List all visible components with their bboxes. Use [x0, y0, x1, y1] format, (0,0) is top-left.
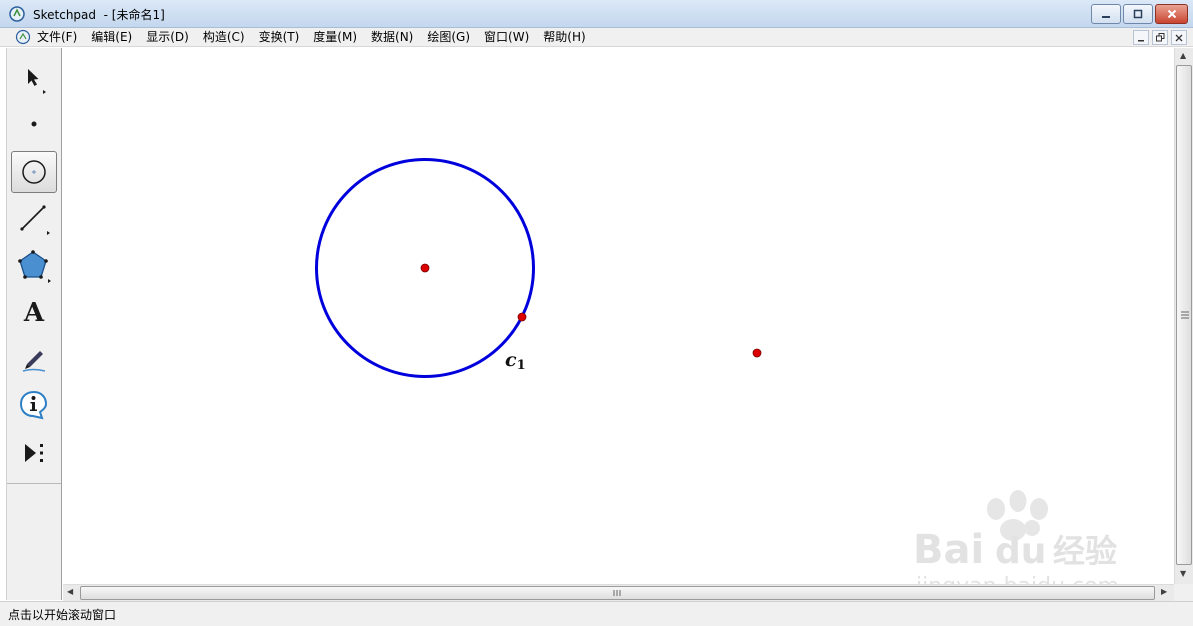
vertical-scroll-thumb[interactable] — [1176, 65, 1192, 565]
sketch-drawing: Bai du 经验 jingyan.baidu.com c1 — [315, 158, 1119, 599]
menu-graph[interactable]: 绘图(G) — [427, 29, 470, 45]
minimize-icon — [1138, 39, 1144, 41]
menu-help[interactable]: 帮助(H) — [543, 29, 585, 45]
vertical-scrollbar[interactable]: ▲ ▼ — [1174, 48, 1193, 584]
close-button[interactable] — [1155, 4, 1188, 24]
restore-icon — [1133, 9, 1143, 19]
title-bar: Sketchpad - [未命名1] — [0, 0, 1193, 28]
point-tool[interactable] — [11, 103, 57, 145]
info-icon — [19, 390, 48, 420]
circle-label[interactable]: c1 — [505, 349, 526, 373]
custom-tool[interactable] — [11, 432, 57, 474]
polygon-tool[interactable] — [11, 245, 57, 287]
menu-window[interactable]: 窗口(W) — [484, 29, 529, 45]
circle-radius-point[interactable] — [517, 312, 527, 322]
arrow-cursor-icon — [28, 69, 46, 94]
point-icon — [31, 121, 37, 127]
line-segment-icon — [20, 205, 50, 235]
document-window-controls — [1130, 30, 1187, 45]
circle-center-point[interactable] — [420, 263, 430, 273]
horizontal-scroll-thumb[interactable] — [80, 586, 1155, 600]
scroll-up-arrow-icon[interactable]: ▲ — [1180, 51, 1186, 60]
marker-pen-icon — [22, 351, 46, 372]
menu-measure[interactable]: 度量(M) — [313, 29, 357, 45]
watermark-cn: 经验 — [1053, 532, 1117, 570]
menu-file[interactable]: 文件(F) — [37, 29, 77, 45]
doc-restore-button[interactable] — [1152, 30, 1168, 45]
circle-label-base: c — [505, 349, 517, 371]
baidu-watermark: Bai du 经验 jingyan.baidu.com — [913, 490, 1119, 599]
restore-button[interactable] — [1123, 4, 1153, 24]
pentagon-icon — [18, 250, 51, 283]
window-controls — [1089, 4, 1188, 24]
doc-minimize-button[interactable] — [1133, 30, 1149, 45]
scroll-right-arrow-icon[interactable]: ▶ — [1161, 587, 1167, 596]
information-tool[interactable] — [11, 384, 57, 426]
text-tool[interactable]: A — [11, 292, 57, 334]
scroll-down-arrow-icon[interactable]: ▼ — [1180, 569, 1186, 578]
horizontal-scrollbar[interactable]: ◀ ▶ — [63, 584, 1174, 601]
menu-items: 文件(F) 编辑(E) 显示(D) 构造(C) 变换(T) 度量(M) 数据(N… — [37, 29, 600, 45]
menu-bar: 文件(F) 编辑(E) 显示(D) 构造(C) 变换(T) 度量(M) 数据(N… — [0, 28, 1193, 47]
minimize-icon — [1102, 16, 1110, 18]
grip-icon — [1181, 311, 1189, 319]
watermark-url: jingyan.baidu.com — [915, 574, 1119, 584]
window-title: Sketchpad - [未命名1] — [33, 8, 165, 22]
custom-tools-icon — [25, 444, 43, 462]
menu-data[interactable]: 数据(N) — [371, 29, 413, 45]
text-a-icon: A — [23, 298, 45, 328]
menu-transform[interactable]: 变换(T) — [259, 29, 300, 45]
restore-icon — [1155, 33, 1164, 42]
close-icon — [1175, 34, 1183, 41]
status-bar: 点击以开始滚动窗口 — [0, 601, 1193, 626]
straightedge-tool[interactable] — [11, 198, 57, 240]
scroll-corner — [1174, 584, 1193, 601]
marker-tool[interactable] — [11, 338, 57, 380]
watermark-brand: Bai — [913, 527, 984, 573]
close-icon — [1167, 9, 1176, 19]
minimize-button[interactable] — [1091, 4, 1121, 24]
grip-icon — [613, 590, 621, 596]
menu-display[interactable]: 显示(D) — [146, 29, 189, 45]
status-text: 点击以开始滚动窗口 — [8, 608, 117, 622]
sketchpad-app-icon[interactable] — [9, 6, 25, 22]
scroll-left-arrow-icon[interactable]: ◀ — [67, 587, 73, 596]
circle-label-subscript: 1 — [517, 358, 526, 373]
toolbox: A — [6, 48, 62, 600]
menu-construct[interactable]: 构造(C) — [203, 29, 245, 45]
sketch-canvas[interactable]: Bai du 经验 jingyan.baidu.com c1 — [63, 48, 1174, 599]
toolbox-divider — [7, 483, 61, 484]
document-icon[interactable] — [15, 29, 31, 45]
menu-edit[interactable]: 编辑(E) — [91, 29, 132, 45]
free-point[interactable] — [752, 348, 762, 358]
compass-tool[interactable] — [11, 151, 57, 193]
doc-close-button[interactable] — [1171, 30, 1187, 45]
watermark-brand-du: du — [995, 531, 1046, 572]
compass-circle-icon — [22, 160, 46, 184]
arrow-select-tool[interactable] — [11, 58, 57, 100]
